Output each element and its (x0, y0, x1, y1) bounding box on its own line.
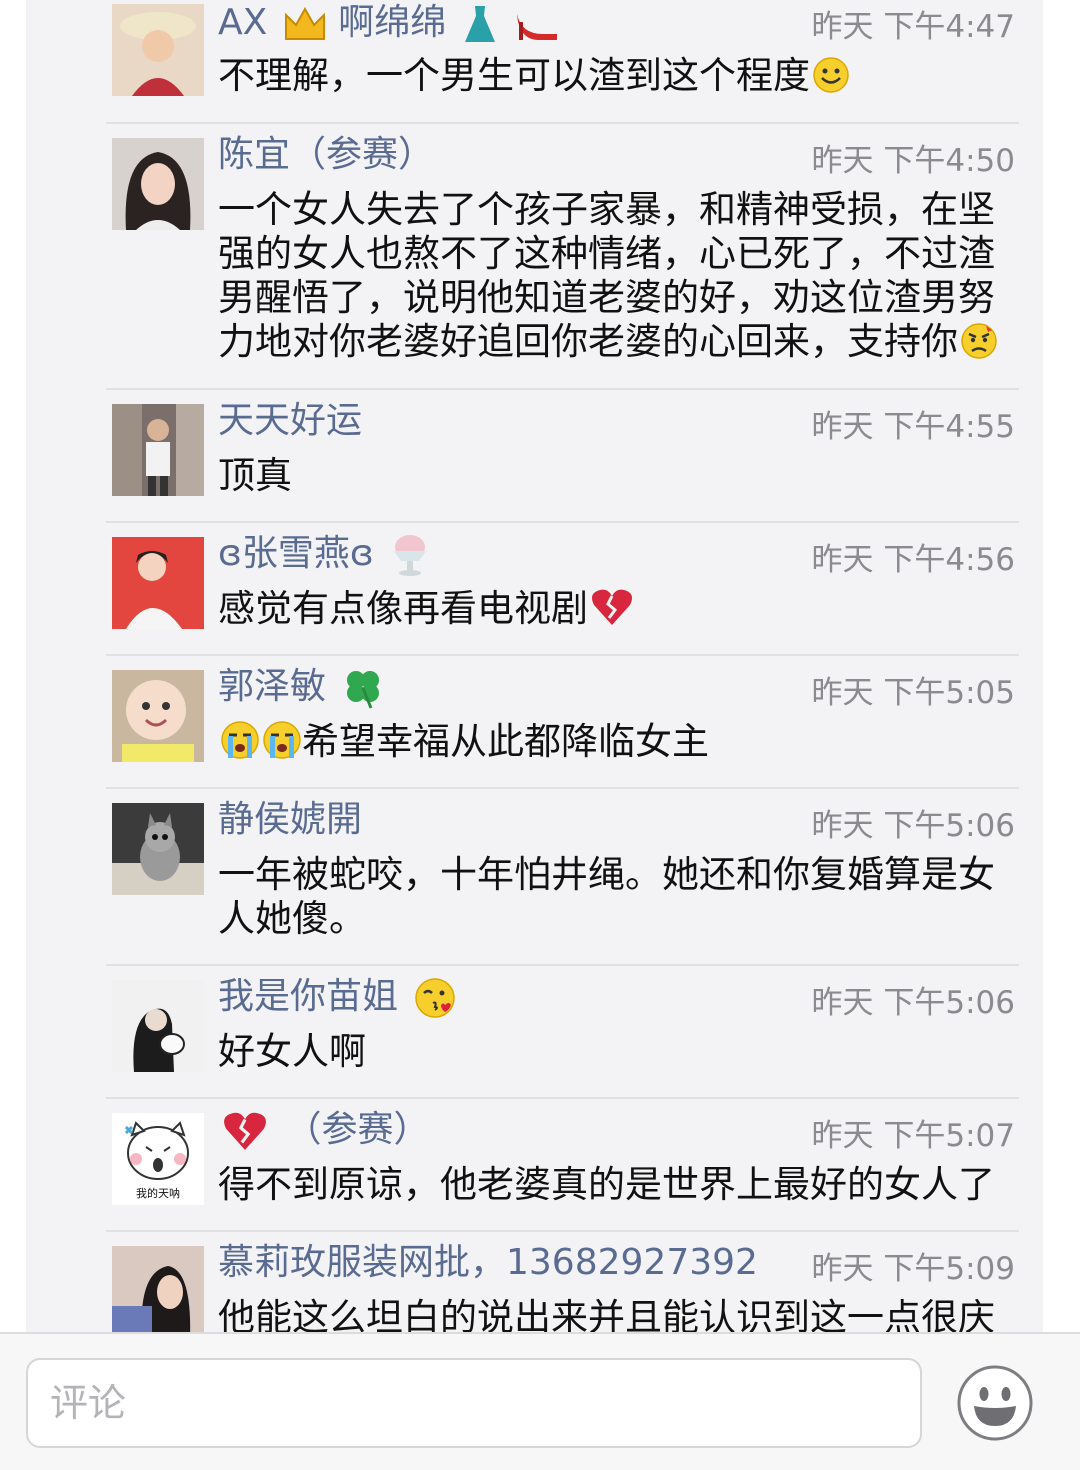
comment-text: 得不到原谅，他老婆真的是世界上最好的女人了 (218, 1163, 995, 1206)
commenter-name[interactable]: 慕莉玫服装网批，13682927392 (218, 1240, 758, 1286)
comment-text: 顶真 (218, 454, 292, 497)
comment-text-block: 一个女人失去了个孩子家暴，和精神受损，在坚强的女人也熬不了这种情绪，心已死了，不… (218, 188, 1024, 370)
commenter-name[interactable]: 静侯婋開 (218, 797, 362, 843)
avatar[interactable]: 我的天呐 (112, 1113, 204, 1205)
comment-text-block: 希望幸福从此都降临女主 (218, 720, 1024, 770)
comment-text: 好女人啊 (218, 1030, 366, 1073)
comment-time: 昨天 下午5:06 (811, 985, 1015, 1021)
crying-emoji-icon (262, 720, 302, 770)
comment-time: 昨天 下午5:09 (811, 1251, 1015, 1287)
comment-item: 静侯婋開 昨天 下午5:06 一年被蛇咬，十年怕井绳。她还和你复婚算是女人她傻。 (26, 789, 1043, 964)
comment-list[interactable]: AX 啊绵绵 昨天 下午4:47 不理解，一个男生可以渣到这个程度 陈宜（参赛）… (26, 0, 1043, 1332)
high-heel-icon (513, 4, 559, 44)
comment-text: 希望幸福从此都降临女主 (302, 720, 709, 763)
angry-emoji-icon (960, 322, 998, 370)
commenter-name[interactable]: AX 啊绵绵 (218, 0, 559, 46)
avatar[interactable] (112, 803, 204, 895)
comment-input[interactable]: 评论 (26, 1358, 922, 1448)
comment-item: 我是你苗姐 昨天 下午5:06 好女人啊 (26, 966, 1043, 1097)
comment-item: AX 啊绵绵 昨天 下午4:47 不理解，一个男生可以渣到这个程度 (26, 0, 1043, 122)
commenter-name[interactable]: （参赛） (218, 1107, 429, 1153)
comment-time: 昨天 下午5:07 (811, 1118, 1015, 1154)
smile-emoji-icon (812, 56, 850, 104)
shaved-ice-icon (389, 533, 431, 577)
comment-input-bar: 评论 (0, 1332, 1080, 1470)
comment-text: 他能这么坦白的说出来并且能认识到这一点很庆 (218, 1296, 995, 1332)
broken-heart-icon (590, 587, 634, 637)
commenter-name[interactable]: 陈宜（参赛） (218, 132, 434, 178)
comment-item: ɞ张雪燕ɞ 昨天 下午4:56 感觉有点像再看电视剧 (26, 523, 1043, 654)
comment-item: 郭泽敏 昨天 下午5:05 希望幸福从此都降临女主 (26, 656, 1043, 787)
crown-icon (283, 5, 327, 43)
comment-time: 昨天 下午4:56 (811, 542, 1015, 578)
comment-text-block: 感觉有点像再看电视剧 (218, 587, 1024, 637)
comment-text: 一个女人失去了个孩子家暴，和精神受损，在坚强的女人也熬不了这种情绪，心已死了，不… (218, 188, 995, 363)
comment-time: 昨天 下午4:55 (811, 409, 1015, 445)
comment-time: 昨天 下午4:50 (811, 143, 1015, 179)
four-leaf-clover-icon (341, 666, 385, 710)
comment-time: 昨天 下午5:05 (811, 675, 1015, 711)
dress-icon (462, 4, 498, 44)
avatar[interactable] (112, 670, 204, 762)
avatar[interactable] (112, 980, 204, 1072)
avatar[interactable] (112, 138, 204, 230)
avatar[interactable] (112, 537, 204, 629)
comment-text: 感觉有点像再看电视剧 (218, 587, 588, 630)
comment-text: 不理解，一个男生可以渣到这个程度 (218, 54, 810, 97)
broken-heart-icon (222, 1110, 268, 1152)
avatar-caption: 我的天呐 (136, 1186, 180, 1200)
avatar[interactable] (112, 4, 204, 96)
avatar[interactable] (112, 1246, 204, 1332)
commenter-name[interactable]: ɞ张雪燕ɞ (218, 531, 431, 577)
comment-input-placeholder: 评论 (50, 1381, 127, 1425)
crying-emoji-icon (220, 720, 260, 770)
comment-item: 天天好运 昨天 下午4:55 顶真 (26, 390, 1043, 521)
commenter-name[interactable]: 我是你苗姐 (218, 974, 457, 1020)
comment-item: 慕莉玫服装网批，13682927392 昨天 下午5:09 他能这么坦白的说出来… (26, 1232, 1043, 1332)
avatar[interactable] (112, 404, 204, 496)
commenter-name[interactable]: 郭泽敏 (218, 664, 385, 710)
kiss-emoji-icon (413, 976, 457, 1020)
smiley-face-icon[interactable] (956, 1364, 1034, 1442)
comment-text-block: 不理解，一个男生可以渣到这个程度 (218, 54, 1024, 104)
commenter-name[interactable]: 天天好运 (218, 398, 362, 444)
comment-item: 陈宜（参赛） 昨天 下午4:50 一个女人失去了个孩子家暴，和精神受损，在坚强的… (26, 124, 1043, 387)
comment-item: 我的天呐 （参赛） 昨天 下午5:07 得不到原谅，他老婆真的是世界上最好的女人… (26, 1099, 1043, 1230)
comment-time: 昨天 下午5:06 (811, 808, 1015, 844)
comment-text: 一年被蛇咬，十年怕井绳。她还和你复婚算是女人她傻。 (218, 853, 995, 940)
comment-time: 昨天 下午4:47 (811, 9, 1015, 45)
